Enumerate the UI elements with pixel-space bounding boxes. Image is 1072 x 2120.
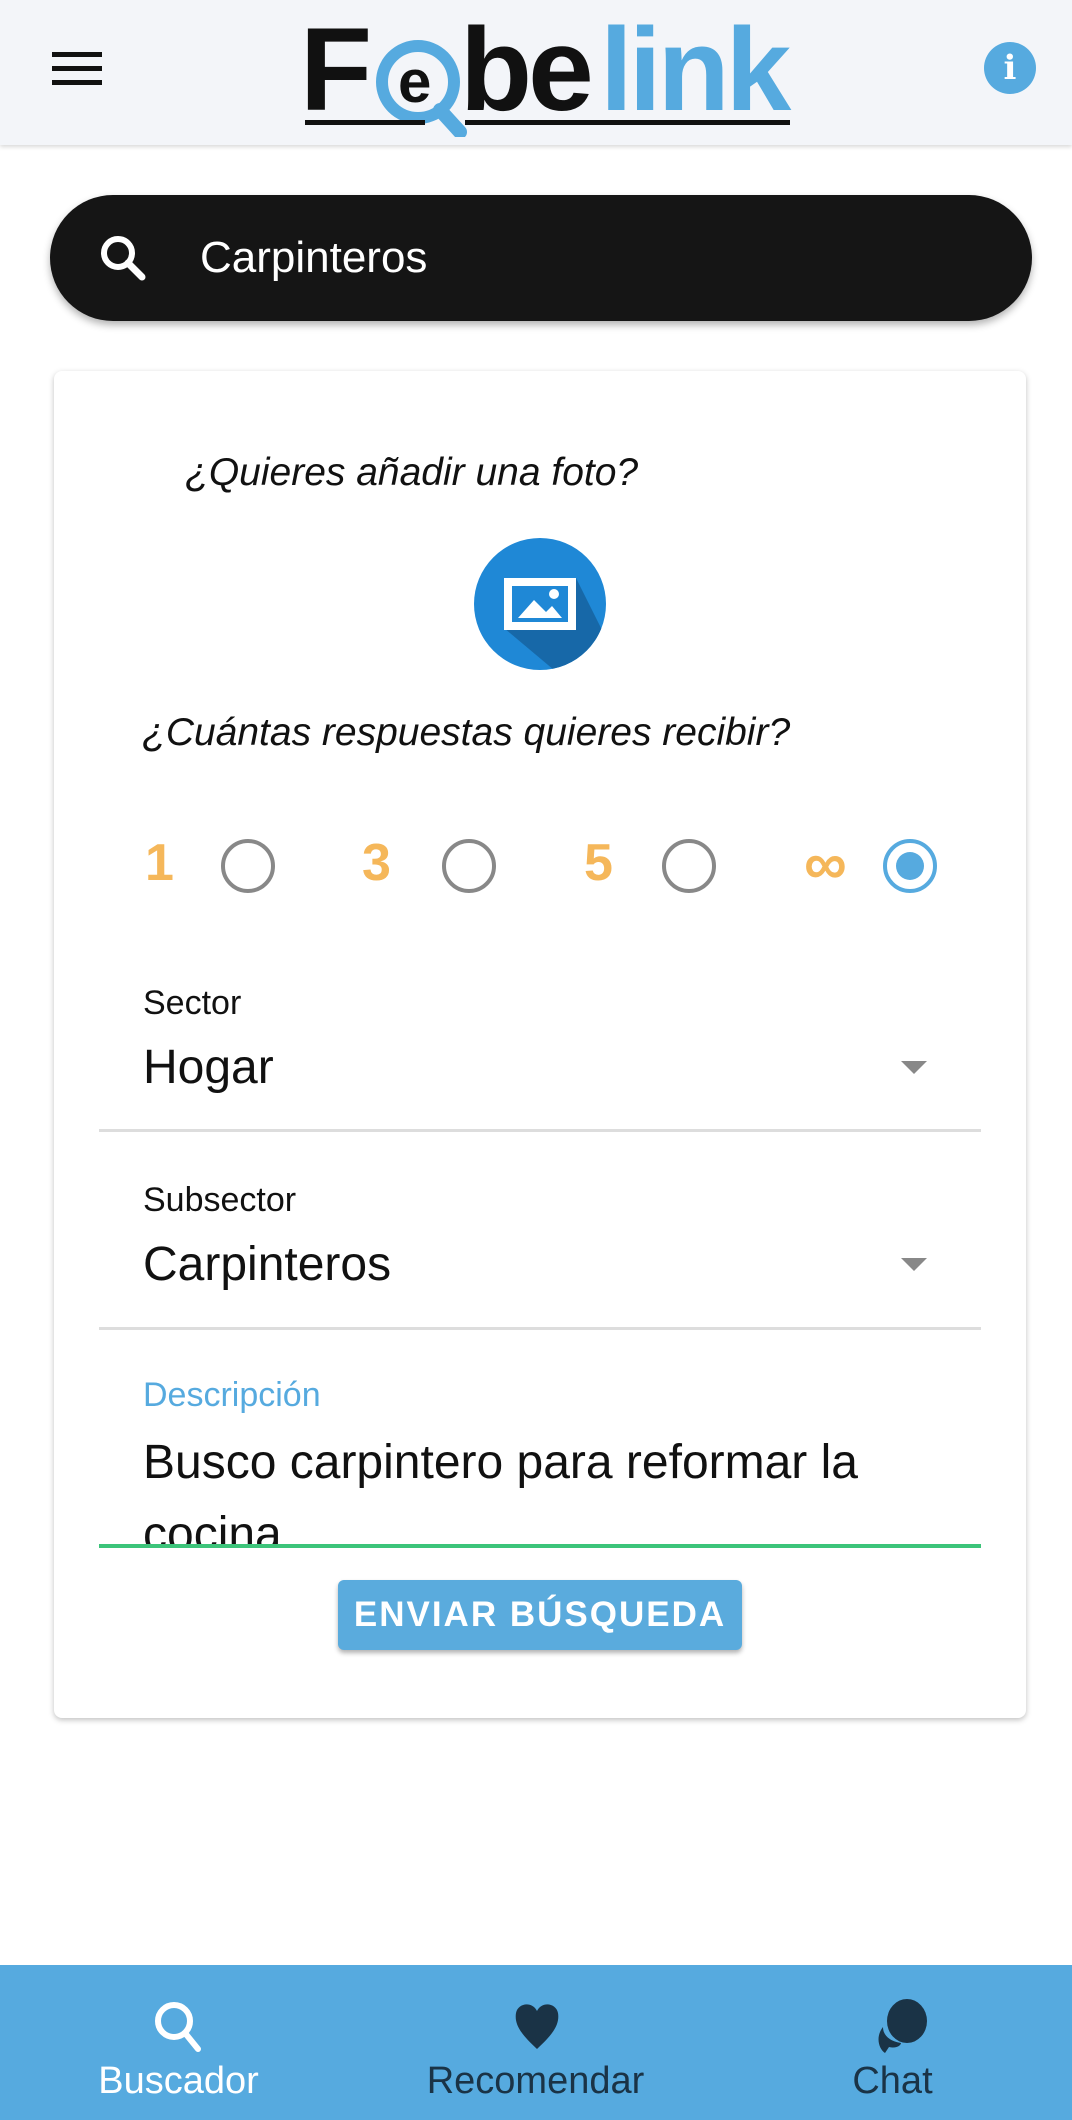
dropdown-arrow-icon	[901, 1258, 927, 1271]
divider	[99, 1327, 981, 1330]
nav-label: Buscador	[98, 2060, 259, 2102]
info-button[interactable]: i	[984, 42, 1036, 94]
app-header: F e be link i	[0, 0, 1072, 145]
divider	[99, 1129, 981, 1132]
nav-label: Chat	[852, 2060, 933, 2102]
option-label-5: 5	[584, 834, 613, 892]
search-icon	[155, 2002, 201, 2052]
image-icon	[504, 578, 606, 670]
option-label-3: 3	[362, 834, 391, 892]
photo-question: ¿Quieres añadir una foto?	[185, 451, 639, 494]
submit-search-button[interactable]: ENVIAR BÚSQUEDA	[338, 1580, 742, 1650]
sector-select[interactable]: Sector Hogar	[99, 976, 981, 1131]
menu-button[interactable]	[52, 52, 102, 86]
sector-label: Sector	[143, 984, 242, 1022]
chat-icon	[878, 1999, 927, 2053]
sector-value: Hogar	[143, 1041, 274, 1094]
subsector-label: Subsector	[143, 1181, 297, 1219]
radio-infinite[interactable]	[883, 839, 937, 893]
svg-text:e: e	[398, 48, 431, 115]
radio-3[interactable]	[442, 839, 496, 893]
description-field[interactable]: Descripción Busco carpintero para reform…	[99, 1371, 981, 1547]
subsector-select[interactable]: Subsector Carpinteros	[99, 1173, 981, 1328]
search-form-card: ¿Quieres añadir una foto? ¿Cuántas respu…	[54, 371, 1026, 1718]
responses-question: ¿Cuántas respuestas quieres recibir?	[142, 711, 791, 754]
heart-icon	[515, 2004, 559, 2049]
dropdown-arrow-icon	[901, 1061, 927, 1074]
info-icon: i	[1003, 48, 1017, 88]
radio-5[interactable]	[662, 839, 716, 893]
nav-tab-recomendar[interactable]: Recomendar	[357, 1965, 714, 2120]
search-icon	[101, 236, 146, 281]
hamburger-icon	[52, 52, 102, 85]
nav-tab-buscador[interactable]: Buscador	[0, 1965, 357, 2120]
bottom-navigation: Buscador Recomendar Chat	[0, 1965, 1072, 2120]
svg-text:link: link	[600, 4, 792, 136]
nav-label: Recomendar	[426, 2060, 645, 2102]
nav-tab-chat[interactable]: Chat	[714, 1965, 1071, 2120]
add-photo-button[interactable]	[474, 538, 606, 670]
febelink-logo: F e be link	[300, 2, 800, 139]
focus-underline	[99, 1544, 981, 1548]
option-label-infinite: ∞	[804, 830, 847, 897]
search-input[interactable]: Carpinteros	[200, 233, 427, 283]
search-bar[interactable]: Carpinteros	[50, 195, 1032, 321]
description-label: Descripción	[143, 1376, 321, 1414]
subsector-value: Carpinteros	[143, 1238, 392, 1291]
radio-1[interactable]	[221, 839, 275, 893]
description-input[interactable]: Busco carpintero para reformar la cocina…	[143, 1427, 943, 1547]
svg-text:F: F	[300, 4, 368, 136]
svg-text:be: be	[460, 4, 590, 136]
option-label-1: 1	[145, 834, 174, 892]
